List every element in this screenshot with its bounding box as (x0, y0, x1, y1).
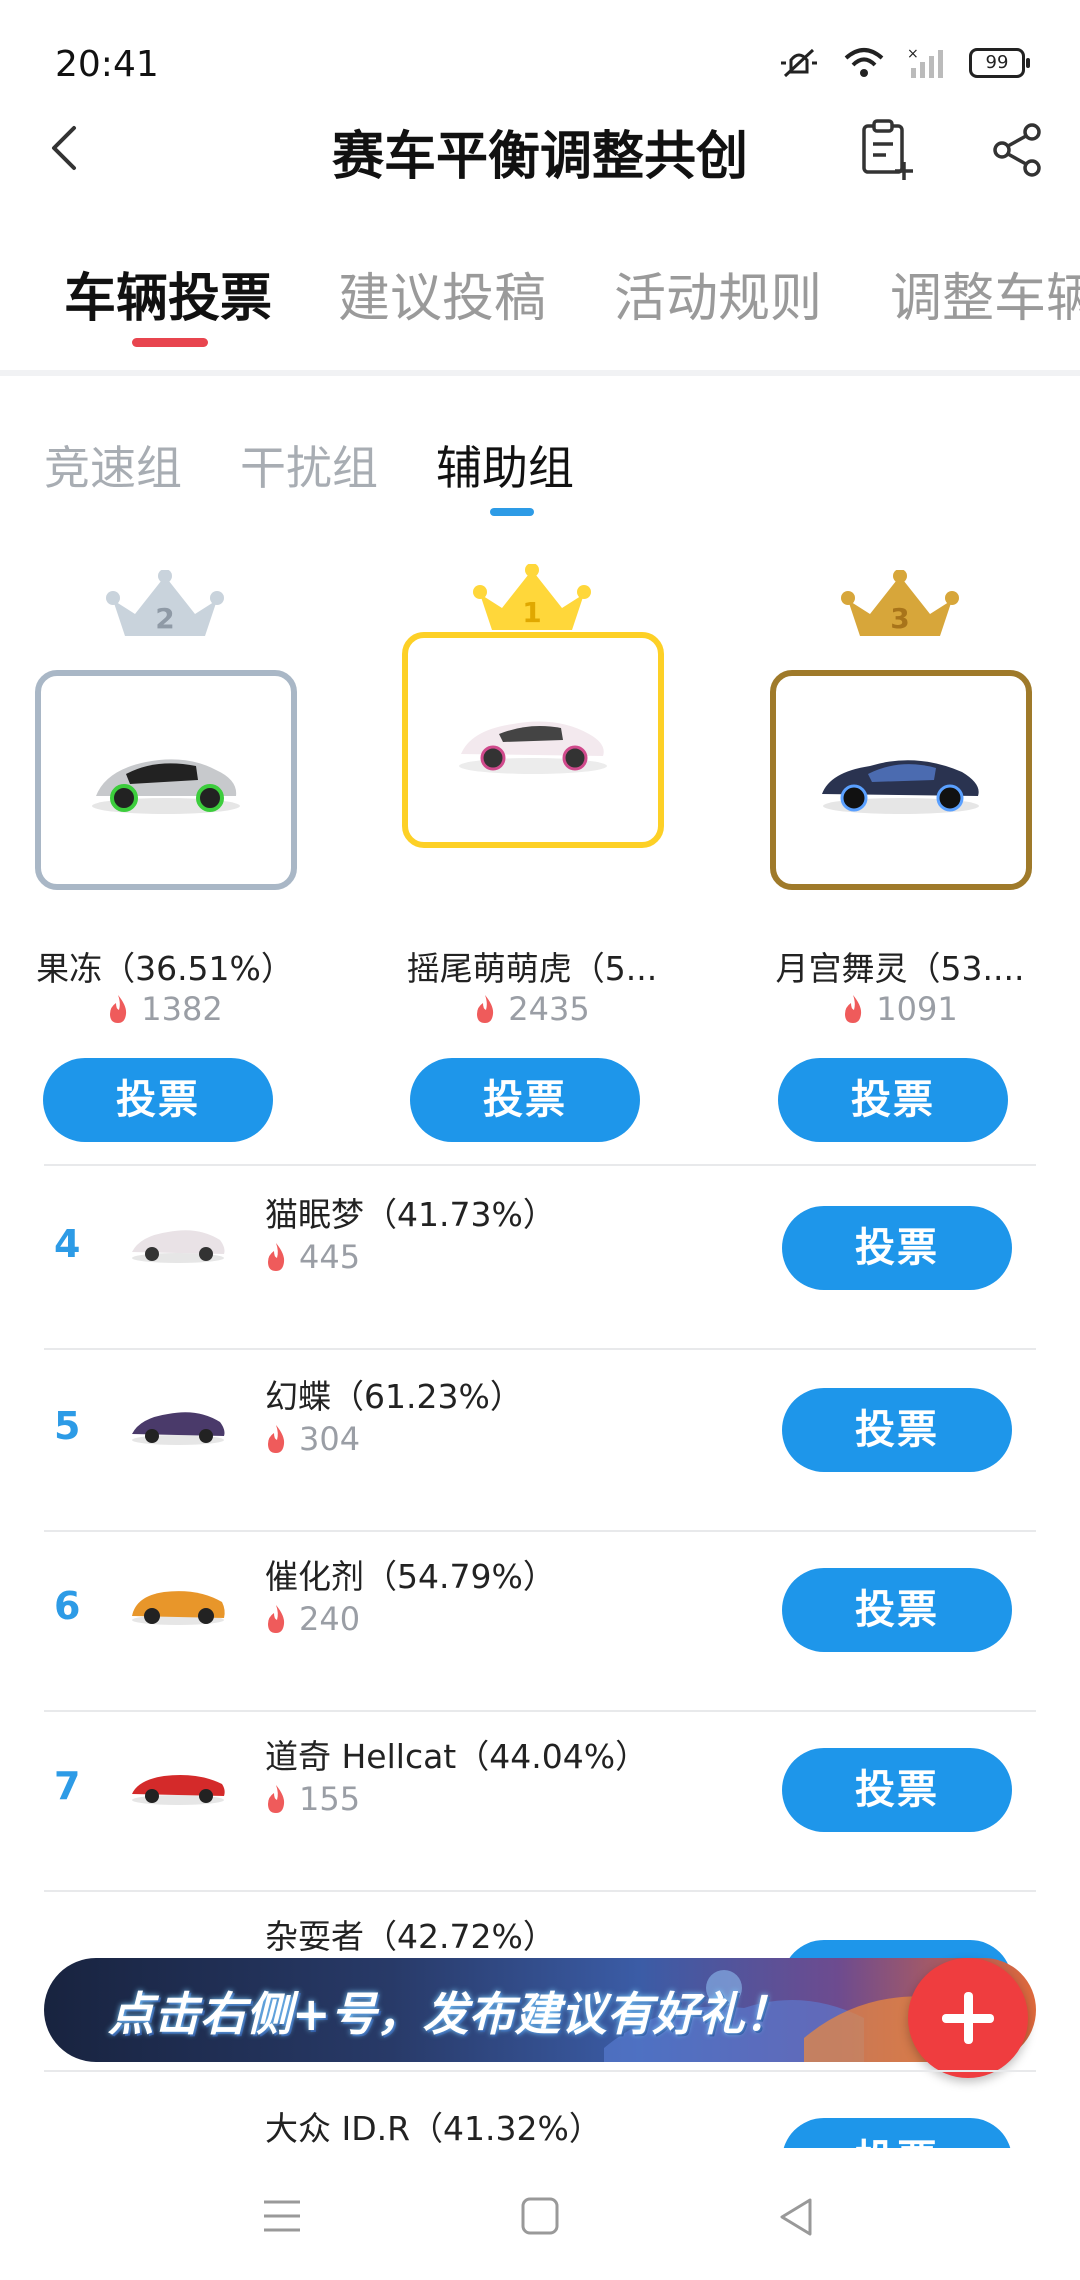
subtab-support[interactable]: 辅助组 (436, 432, 574, 498)
heat-count: 2435 (402, 990, 662, 1028)
car-thumbnail (132, 1591, 225, 1625)
promo-banner[interactable]: 点击右侧+号，发布建议有好礼！ (44, 1958, 1036, 2062)
flame-icon (268, 1605, 285, 1633)
car-name: 猫眠梦（41.73%） (265, 1195, 556, 1234)
status-time: 20:41 (55, 44, 159, 85)
flame-icon (268, 1243, 285, 1271)
flame-icon (477, 995, 494, 1023)
vote-button[interactable]: 投票 (410, 1058, 640, 1142)
silver-crown-icon: 2 (106, 570, 224, 636)
vote-button[interactable]: 投票 (782, 1568, 1012, 1652)
list-item: 大众 ID.R（41.32%） 投票 (0, 2080, 1080, 2148)
car-thumbnail (132, 1230, 225, 1263)
car-name: 幻蝶（61.23%） (265, 1377, 523, 1416)
banner-text: 点击右侧+号，发布建议有好礼！ (108, 1987, 791, 2041)
divider (44, 2070, 1036, 2072)
subtab-interference[interactable]: 干扰组 (240, 432, 378, 498)
car-name: 杂耍者（42.72%） (265, 1917, 556, 1956)
gold-crown-icon: 1 (473, 564, 591, 630)
list-item: 4 猫眠梦（41.73%） 445 投票 (0, 1168, 1080, 1348)
menu-icon[interactable] (262, 2198, 302, 2234)
car-name: 催化剂（54.79%） (265, 1557, 556, 1596)
system-navbar (0, 2150, 1080, 2280)
mute-icon (781, 48, 817, 78)
flame-icon (268, 1785, 285, 1813)
heat-count: 304 (265, 1420, 360, 1458)
home-icon[interactable] (520, 2196, 560, 2236)
car-frame[interactable] (770, 670, 1032, 890)
vote-button[interactable]: 投票 (778, 1058, 1008, 1142)
subtab-indicator (490, 508, 534, 516)
car-frame[interactable] (35, 670, 297, 890)
heat-count: 1382 (35, 990, 295, 1028)
wifi-icon (844, 48, 884, 77)
add-suggestion-button[interactable] (908, 1958, 1028, 2078)
bronze-crown-icon: 3 (841, 570, 959, 636)
tab-adjusted-vehicles[interactable]: 调整车辆 (890, 256, 1080, 331)
vote-button[interactable]: 投票 (782, 2118, 1012, 2148)
car-name: 道奇 Hellcat（44.04%） (265, 1737, 649, 1776)
car-name: 大众 ID.R（41.32%） (265, 2109, 602, 2148)
rank-number: 5 (54, 1404, 81, 1448)
main-tabs: 车辆投票 建议投稿 活动规则 调整车辆 (0, 256, 1080, 366)
battery-icon: 99 (969, 48, 1030, 78)
list-item: 5 幻蝶（61.23%） 304 投票 (0, 1350, 1080, 1530)
heat-count: 155 (265, 1780, 360, 1818)
car-name: 果冻（36.51%） (36, 949, 294, 988)
clipboard-add-icon[interactable] (858, 118, 918, 182)
flame-icon (110, 995, 127, 1023)
vote-button[interactable]: 投票 (782, 1748, 1012, 1832)
divider (44, 1164, 1036, 1166)
car-name: 摇尾萌萌虎（5... (406, 949, 658, 988)
car-name: 月宫舞灵（53.... (775, 949, 1025, 988)
car-frame[interactable] (402, 632, 664, 848)
rank-number: 4 (54, 1222, 81, 1266)
list-item: 6 催化剂（54.79%） 240 投票 (0, 1530, 1080, 1710)
heat-count: 240 (265, 1600, 360, 1638)
car-image (459, 721, 607, 774)
svg-text:1: 1 (522, 596, 541, 629)
rank-number: 6 (54, 1584, 81, 1628)
svg-text:2: 2 (155, 602, 174, 635)
subtab-racing[interactable]: 竞速组 (44, 432, 182, 498)
flame-icon (268, 1425, 285, 1453)
vote-button[interactable]: 投票 (43, 1058, 273, 1142)
car-thumbnail (132, 1775, 225, 1805)
tab-suggestion[interactable]: 建议投稿 (338, 256, 546, 331)
vote-button[interactable]: 投票 (782, 1206, 1012, 1290)
vote-button[interactable]: 投票 (782, 1388, 1012, 1472)
svg-text:×: × (907, 46, 919, 62)
back-nav-icon[interactable] (776, 2196, 816, 2238)
tab-vehicle-vote[interactable]: 车辆投票 (64, 256, 272, 331)
list-item: 7 道奇 Hellcat（44.04%） 155 投票 (0, 1710, 1080, 1890)
share-icon[interactable] (990, 122, 1046, 178)
page-title: 赛车平衡调整共创 (331, 127, 748, 187)
section-divider (0, 370, 1080, 376)
status-icons: × 99 (777, 46, 1030, 80)
flame-icon (845, 995, 862, 1023)
heat-count: 445 (265, 1238, 360, 1276)
main-tab-indicator (132, 338, 208, 347)
heat-count: 1091 (770, 990, 1030, 1028)
svg-text:3: 3 (890, 602, 909, 635)
rank-number: 7 (54, 1764, 81, 1808)
car-thumbnail (132, 1412, 225, 1445)
car-image (92, 759, 240, 814)
car-image (822, 760, 979, 814)
tab-rules[interactable]: 活动规则 (614, 256, 822, 331)
signal-icon: × (907, 46, 943, 78)
